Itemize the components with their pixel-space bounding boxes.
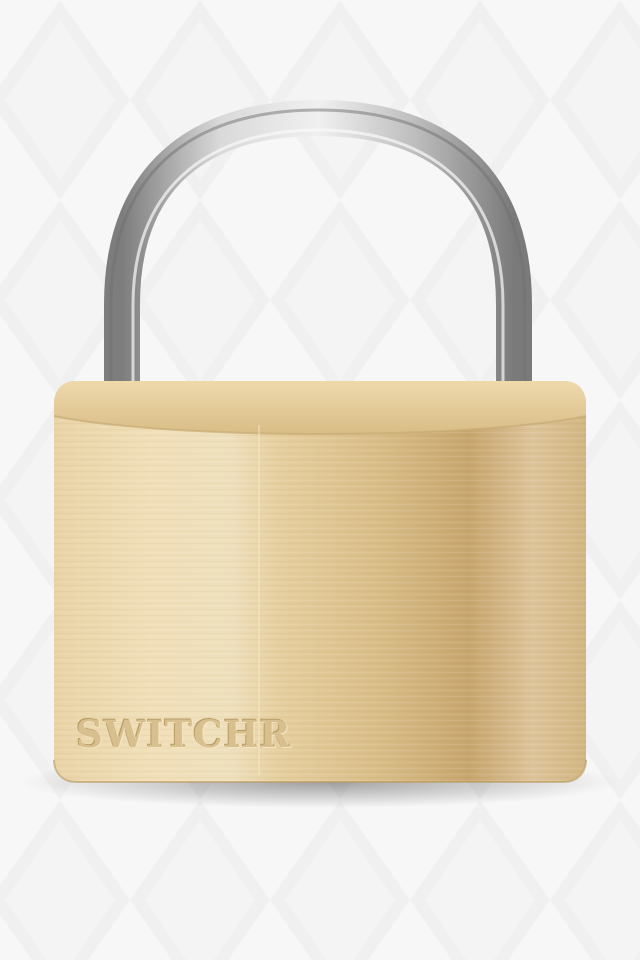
lock-shackle — [104, 99, 532, 385]
brand-engraving: SWITCHR — [76, 712, 292, 756]
padlock-icon — [20, 99, 620, 808]
